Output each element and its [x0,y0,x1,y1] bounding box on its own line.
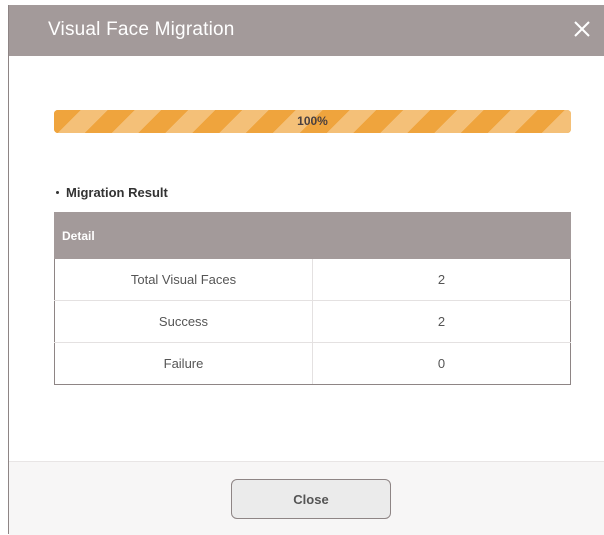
row-value-total: 2 [312,258,571,301]
table-row: Total Visual Faces 2 [54,258,571,301]
row-value-failure: 0 [312,342,571,385]
close-button[interactable]: Close [231,479,391,519]
close-icon[interactable] [571,18,593,40]
table-header-detail: Detail [54,212,571,259]
row-value-success: 2 [312,300,571,343]
migration-result-table: Detail Total Visual Faces 2 Success 2 Fa… [54,212,571,385]
migration-result-label: Migration Result [66,185,168,200]
migration-dialog: Visual Face Migration 100% Migration Res… [8,5,604,535]
table-row: Success 2 [54,300,571,343]
migration-result-heading: Migration Result [56,185,168,200]
bullet-icon [56,191,59,195]
table-row: Failure 0 [54,342,571,385]
row-label-total: Total Visual Faces [54,258,313,301]
row-label-success: Success [54,300,313,343]
migration-progress-bar: 100% [54,110,571,133]
dialog-titlebar: Visual Face Migration [9,5,604,56]
table-header-row: Detail [54,212,571,259]
progress-label: 100% [297,114,328,128]
dialog-title: Visual Face Migration [48,19,235,40]
close-icon-graphic [574,21,590,37]
row-label-failure: Failure [54,342,313,385]
dialog-footer: Close [9,461,604,535]
